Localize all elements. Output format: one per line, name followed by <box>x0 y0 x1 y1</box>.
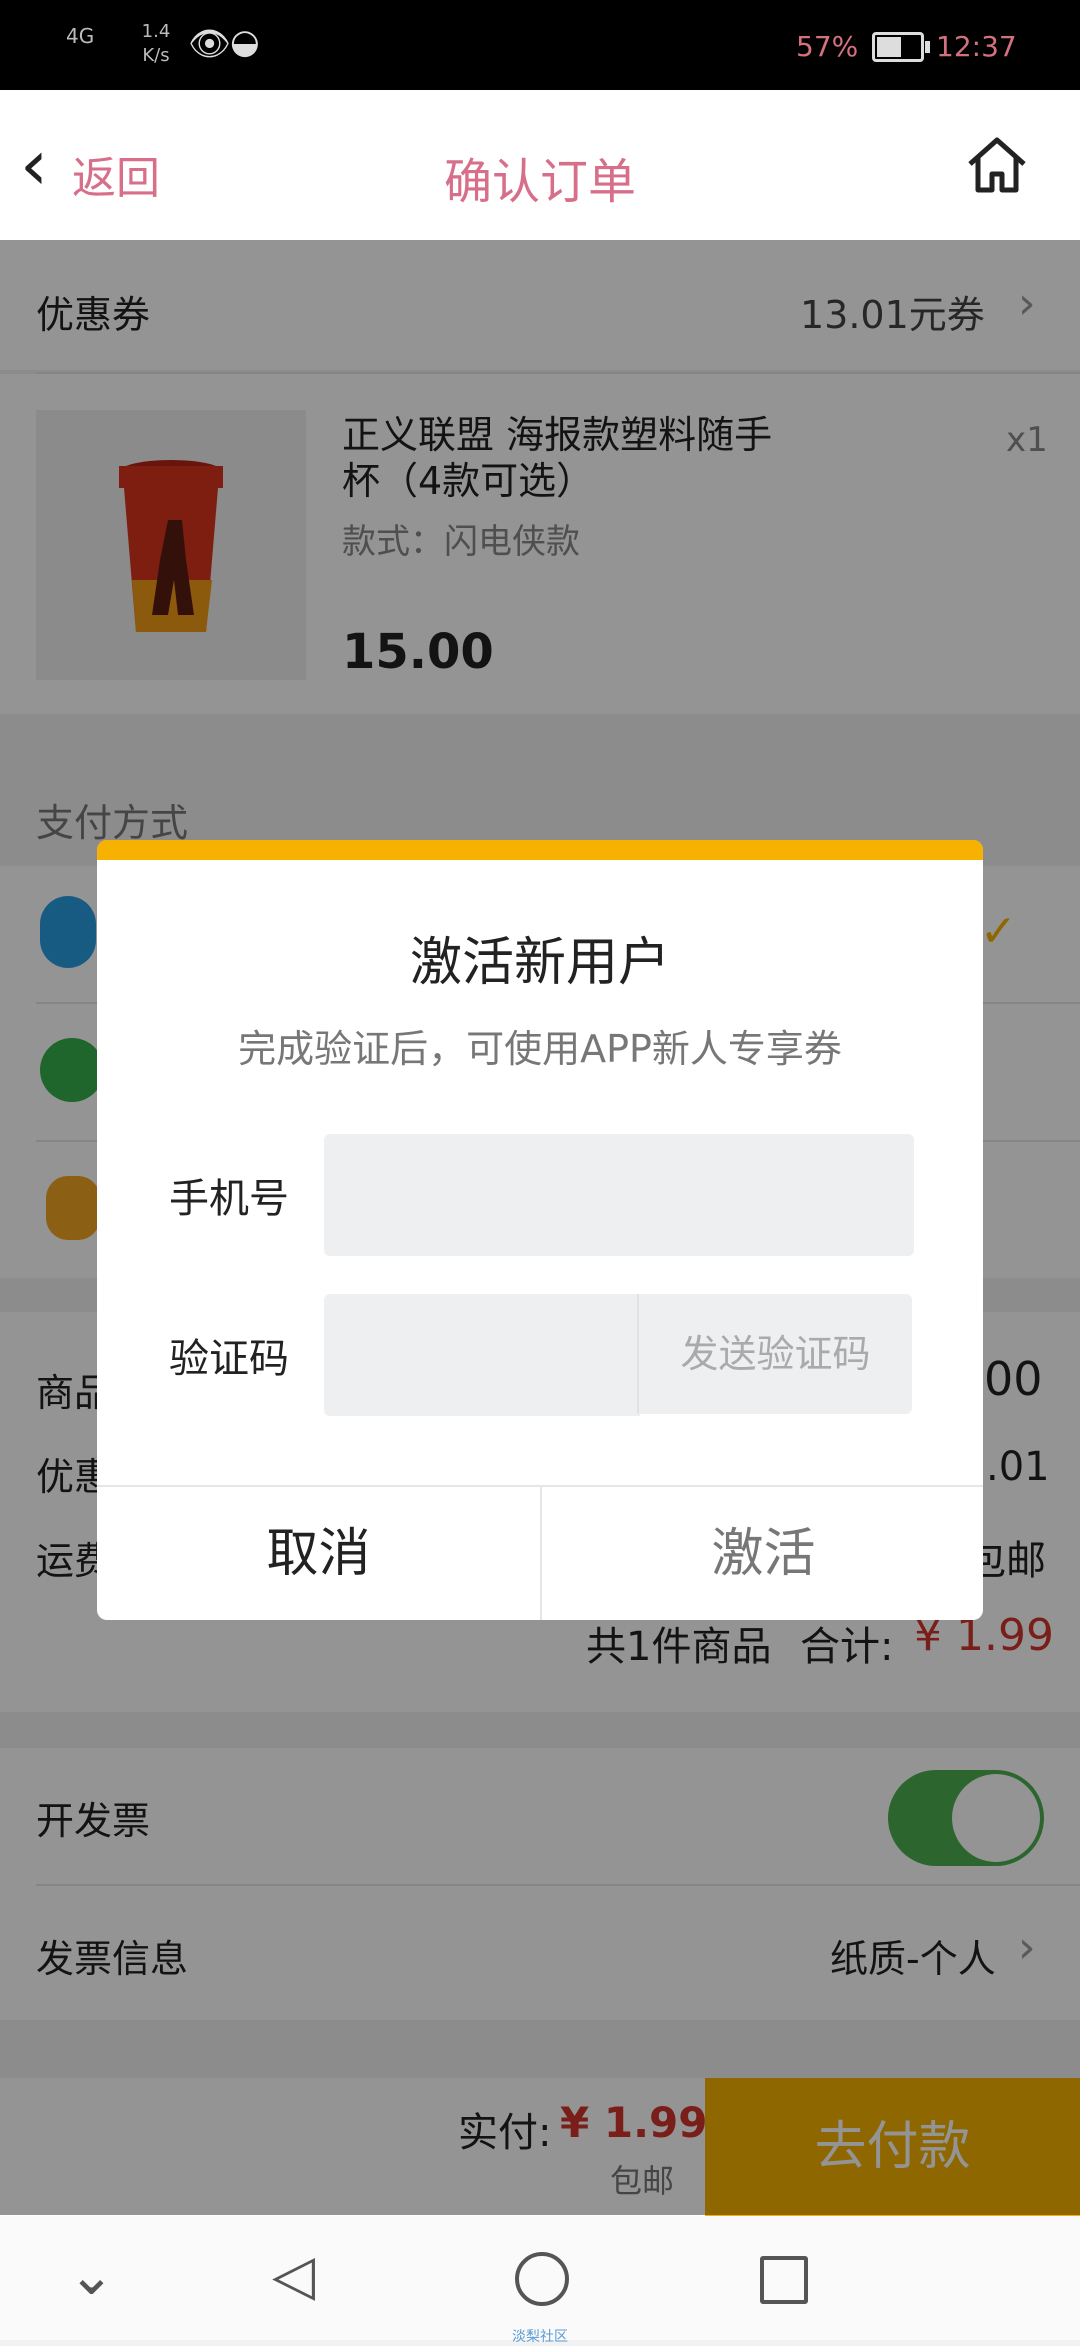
system-nav-bar: ⌄ ◁ 淡梨社区 <box>0 2216 1080 2345</box>
home-icon[interactable] <box>966 134 1028 196</box>
eye-icon: 👁 <box>188 24 232 64</box>
battery-percent: 57% <box>796 30 859 63</box>
home-nav-icon[interactable] <box>515 2252 569 2306</box>
cancel-button[interactable]: 取消 <box>97 1487 542 1620</box>
phone-input[interactable] <box>324 1134 914 1256</box>
code-label: 验证码 <box>169 1336 289 1382</box>
status-bar: 4G 1.4 K/s 👁 ◒ 57% 12:37 <box>0 0 1080 90</box>
network-speed: 1.4 K/s <box>141 21 171 66</box>
qq-icon: ◒ <box>230 22 260 62</box>
dialog-accent-bar <box>97 840 983 860</box>
watermark: 淡梨社区 <box>512 2329 568 2345</box>
code-input[interactable] <box>324 1294 640 1416</box>
dialog-buttons: 取消 激活 <box>97 1485 983 1620</box>
activate-button[interactable]: 激活 <box>542 1487 983 1620</box>
signal-icon: 4G <box>66 24 95 48</box>
battery-icon <box>872 32 930 62</box>
activate-user-dialog: 激活新用户 完成验证后，可使用APP新人专享券 手机号 验证码 发送验证码 取消… <box>97 840 983 1620</box>
page-title: 确认订单 <box>443 154 636 210</box>
back-nav-icon[interactable]: ◁ <box>272 2246 315 2306</box>
page-header: ‹ 返回 确认订单 <box>0 90 1080 240</box>
send-code-button[interactable]: 发送验证码 <box>637 1294 912 1414</box>
chevron-down-icon[interactable]: ⌄ <box>68 2246 115 2306</box>
recents-nav-icon[interactable] <box>760 2256 808 2304</box>
clock: 12:37 <box>936 30 1017 63</box>
dialog-title: 激活新用户 <box>409 933 670 993</box>
dialog-subtitle: 完成验证后，可使用APP新人专享券 <box>238 1027 842 1071</box>
phone-label: 手机号 <box>169 1176 289 1222</box>
